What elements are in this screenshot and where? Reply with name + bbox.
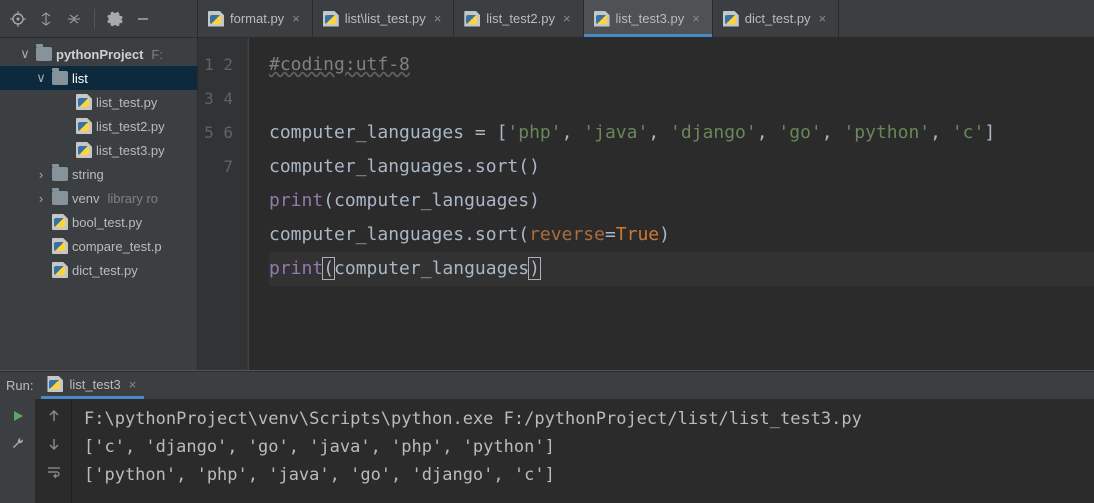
folder-icon (52, 71, 68, 85)
main-area: ∨ pythonProject F: ∨ list list_test.py list_te… (0, 38, 1094, 371)
python-file-icon (47, 376, 63, 392)
tree-row[interactable]: › string (0, 162, 197, 186)
editor-tab[interactable]: list_test3.py × (584, 0, 713, 37)
tab-label: list\list_test.py (345, 11, 426, 26)
python-file-icon (52, 262, 68, 278)
tree-label: pythonProject (56, 47, 143, 62)
python-file-icon (76, 118, 92, 134)
run-panel-header: Run: list_test3 × (0, 371, 1094, 399)
up-arrow-icon[interactable] (43, 405, 65, 427)
editor-tabs: format.py×list\list_test.py×list_test2.p… (198, 0, 1094, 37)
close-icon[interactable]: × (127, 377, 139, 392)
tab-label: list_test2.py (486, 11, 555, 26)
top-bar: format.py×list\list_test.py×list_test2.p… (0, 0, 1094, 38)
tree-row[interactable]: list_test2.py (0, 114, 197, 138)
expand-icon[interactable] (34, 7, 58, 31)
separator (94, 9, 95, 29)
python-file-icon (723, 11, 739, 27)
tab-label: dict_test.py (745, 11, 811, 26)
close-icon[interactable]: × (290, 11, 302, 26)
wrench-icon[interactable] (7, 433, 29, 455)
run-panel-body: F:\pythonProject\venv\Scripts\python.exe… (0, 399, 1094, 503)
close-icon[interactable]: × (690, 11, 702, 26)
close-icon[interactable]: × (817, 11, 829, 26)
tree-row[interactable]: ∨ pythonProject F: (0, 42, 197, 66)
project-toolbar (0, 0, 198, 37)
tree-row[interactable]: list_test3.py (0, 138, 197, 162)
tree-label: dict_test.py (72, 263, 138, 278)
run-panel-label: Run: (6, 378, 33, 393)
tab-label: format.py (230, 11, 284, 26)
folder-icon (36, 47, 52, 61)
run-toolbar (0, 399, 36, 503)
folder-icon (52, 191, 68, 205)
code-area[interactable]: #coding:utf-8 computer_languages = ['php… (248, 38, 1094, 370)
gear-icon[interactable] (103, 7, 127, 31)
close-icon[interactable]: × (561, 11, 573, 26)
expand-arrow-icon[interactable]: ∨ (34, 70, 48, 86)
python-file-icon (323, 11, 339, 27)
expand-arrow-icon[interactable]: ∨ (18, 46, 32, 62)
editor-tab[interactable]: list_test2.py × (454, 0, 583, 37)
tab-label: list_test3.py (616, 11, 685, 26)
tree-row[interactable]: compare_test.p (0, 234, 197, 258)
run-tab[interactable]: list_test3 × (41, 372, 144, 399)
tree-row[interactable]: list_test.py (0, 90, 197, 114)
expand-arrow-icon[interactable]: › (34, 191, 48, 206)
editor-tab[interactable]: list\list_test.py × (313, 0, 455, 37)
tree-hint: F: (151, 47, 163, 62)
close-icon[interactable]: × (432, 11, 444, 26)
run-tab-label: list_test3 (69, 377, 120, 392)
editor-tab[interactable]: dict_test.py × (713, 0, 839, 37)
python-file-icon (76, 142, 92, 158)
target-icon[interactable] (6, 7, 30, 31)
tree-row[interactable]: › venv library ro (0, 186, 197, 210)
collapse-icon[interactable] (62, 7, 86, 31)
tree-label: string (72, 167, 104, 182)
tree-label: list (72, 71, 88, 86)
python-file-icon (52, 238, 68, 254)
folder-icon (52, 167, 68, 181)
tree-label: list_test3.py (96, 143, 165, 158)
tree-label: compare_test.p (72, 239, 162, 254)
expand-arrow-icon[interactable]: › (34, 167, 48, 182)
tree-hint: library ro (107, 191, 158, 206)
down-arrow-icon[interactable] (43, 433, 65, 455)
tree-label: list_test2.py (96, 119, 165, 134)
python-file-icon (208, 11, 224, 27)
tree-row[interactable]: bool_test.py (0, 210, 197, 234)
project-tree[interactable]: ∨ pythonProject F: ∨ list list_test.py list_te… (0, 38, 198, 370)
tree-row[interactable]: ∨ list (0, 66, 197, 90)
python-file-icon (594, 11, 610, 27)
tree-row[interactable]: dict_test.py (0, 258, 197, 282)
hide-icon[interactable] (131, 7, 155, 31)
python-file-icon (76, 94, 92, 110)
rerun-icon[interactable] (7, 405, 29, 427)
tree-label: bool_test.py (72, 215, 142, 230)
code-editor[interactable]: 1 2 3 4 5 6 7 #coding:utf-8 computer_lan… (198, 38, 1094, 370)
editor-tab[interactable]: format.py × (198, 0, 313, 37)
line-gutter: 1 2 3 4 5 6 7 (198, 38, 248, 370)
soft-wrap-icon[interactable] (43, 461, 65, 483)
tree-label: venv (72, 191, 99, 206)
python-file-icon (52, 214, 68, 230)
run-nav (36, 399, 72, 503)
python-file-icon (464, 11, 480, 27)
console-output[interactable]: F:\pythonProject\venv\Scripts\python.exe… (72, 399, 1094, 503)
tree-label: list_test.py (96, 95, 157, 110)
